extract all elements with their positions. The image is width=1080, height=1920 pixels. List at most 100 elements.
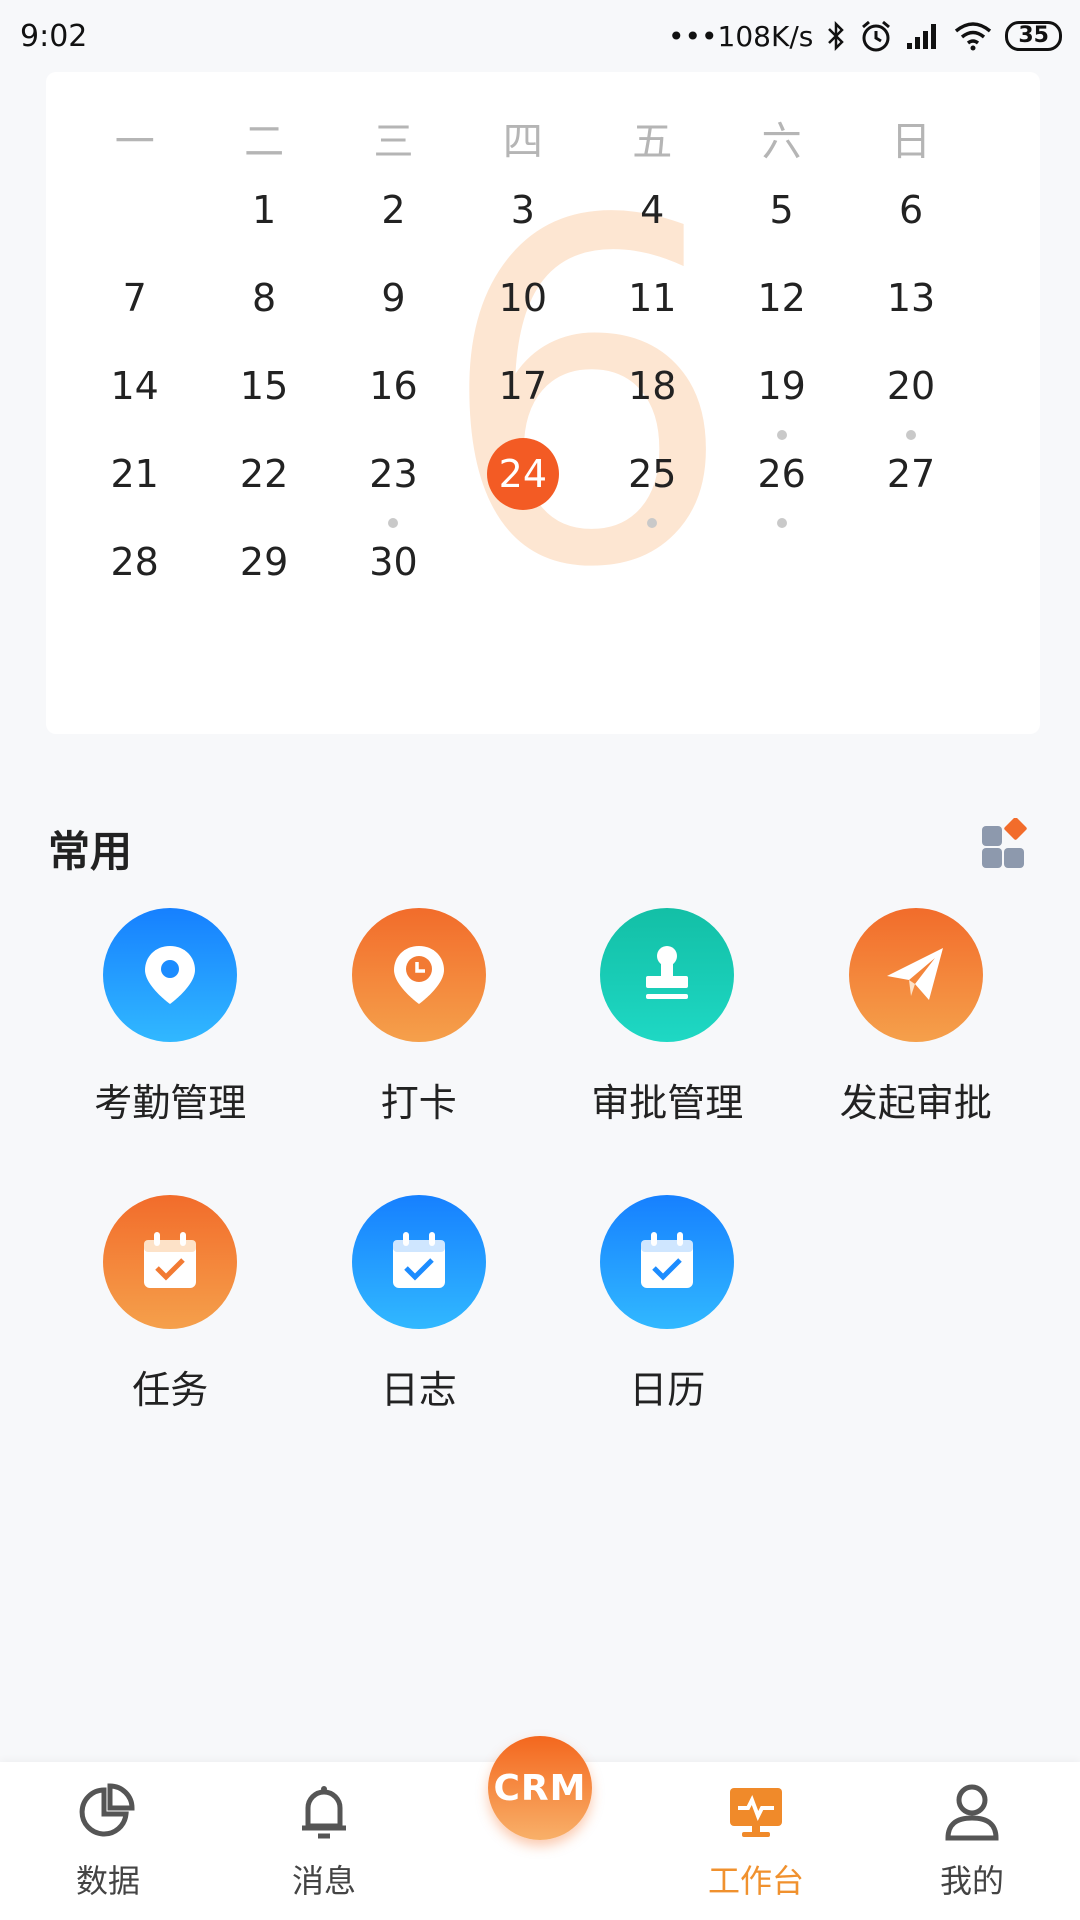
section-title-common: 常用 — [48, 827, 133, 876]
calendar-day[interactable]: 8 — [199, 262, 328, 334]
calendar-day[interactable]: 15 — [199, 350, 328, 422]
calendar-day[interactable]: 26 — [717, 438, 846, 528]
calendar-day-number: 19 — [757, 364, 806, 408]
calendar-day[interactable]: 29 — [199, 526, 328, 598]
calendar-day[interactable]: 5 — [717, 174, 846, 246]
calendar-day-number: 1 — [251, 188, 277, 232]
calendar-day-number: 21 — [110, 452, 159, 496]
calendar-day-number: 26 — [757, 452, 806, 496]
app-label: 打卡 — [380, 1081, 457, 1125]
calendar-day-number: 20 — [886, 364, 936, 408]
app-shortcut[interactable]: 打卡 — [295, 908, 544, 1127]
nav-item-workbench[interactable]: 工作台 — [648, 1762, 864, 1920]
calendar-day-number: 11 — [628, 276, 677, 320]
calendar-day-number: 14 — [110, 364, 159, 408]
calendar-week-row: 21 22 23 24 25 26 27 — [70, 438, 976, 528]
calendar-day-number: 12 — [757, 276, 806, 320]
network-speed: •••108K/s — [668, 19, 814, 53]
calendar-day-number: 13 — [886, 276, 936, 320]
app-shortcut[interactable]: 审批管理 — [543, 908, 792, 1127]
nav-item-mine[interactable]: 我的 — [864, 1762, 1080, 1920]
calendar-day[interactable]: 22 — [199, 438, 328, 510]
calendar-day-number: 7 — [122, 276, 147, 320]
calendar-day-number: 18 — [628, 364, 677, 408]
signal-icon — [907, 24, 937, 49]
status-time: 9:02 — [20, 18, 88, 54]
calendar-day-number: 27 — [886, 452, 936, 496]
app-label: 发起审批 — [839, 1081, 992, 1125]
calendar-day-number: 16 — [369, 364, 418, 408]
calendar-day[interactable]: 11 — [588, 262, 717, 334]
calendar-day-number: 30 — [369, 540, 418, 584]
bluetooth-icon — [828, 20, 845, 52]
calendar-day[interactable]: 3 — [458, 174, 587, 246]
app-shortcut[interactable]: 日历 — [543, 1195, 792, 1414]
calendar-day[interactable]: 10 — [458, 262, 587, 334]
app-label: 日志 — [380, 1368, 457, 1412]
weekday-label: 五 — [632, 119, 673, 165]
monitor-icon — [730, 1788, 782, 1837]
paper-plane-icon — [848, 908, 983, 1042]
app-shortcut[interactable]: 发起审批 — [792, 908, 1041, 1127]
calendar-day[interactable]: 17 — [458, 350, 587, 422]
calendar-day-number: 23 — [369, 452, 418, 496]
calendar-empty-cell — [588, 526, 717, 598]
calendar-day[interactable]: 14 — [70, 350, 199, 422]
calendar-day[interactable]: 13 — [846, 262, 975, 334]
calendar-day-number: 9 — [381, 276, 406, 320]
weekday-label: 六 — [761, 119, 802, 165]
calendar-day-number: 22 — [239, 452, 289, 496]
calendar-day[interactable]: 1 — [199, 174, 328, 246]
weekday-header: 一二三四五六日 — [70, 112, 976, 172]
calendar-day[interactable]: 20 — [846, 350, 975, 440]
calendar-day[interactable]: 12 — [717, 262, 846, 334]
app-label: 日历 — [629, 1368, 706, 1412]
calendar-empty-cell — [70, 174, 199, 246]
calendar-check-icon — [600, 1195, 735, 1329]
battery-indicator: 35 — [1005, 21, 1062, 51]
user-icon — [945, 1784, 999, 1841]
crm-button[interactable]: CRM — [488, 1736, 592, 1840]
calendar-day-number: 28 — [110, 540, 159, 584]
calendar-day-number: 5 — [769, 188, 794, 232]
nav-label: 消息 — [291, 1862, 356, 1900]
calendar-day[interactable]: 18 — [588, 350, 717, 422]
app-grid-icon[interactable] — [980, 818, 1032, 870]
calendar-day-number: 10 — [498, 276, 548, 320]
calendar-day[interactable]: 23 — [329, 438, 458, 528]
calendar-day[interactable]: 27 — [846, 438, 975, 510]
pie-chart-icon — [79, 1783, 135, 1837]
weekday-label: 三 — [373, 119, 414, 165]
app-shortcut[interactable]: 考勤管理 — [46, 908, 295, 1127]
calendar-day[interactable]: 25 — [588, 438, 717, 528]
calendar-day-number: 4 — [640, 188, 665, 232]
calendar-week-row: 7 8 9 10 11 12 13 — [70, 262, 976, 334]
calendar-day[interactable]: 21 — [70, 438, 199, 510]
calendar-day[interactable]: 28 — [70, 526, 199, 598]
clock-pin-icon — [351, 908, 486, 1042]
calendar-day[interactable]: 16 — [329, 350, 458, 422]
calendar-day[interactable]: 9 — [329, 262, 458, 334]
nav-label: 工作台 — [707, 1862, 804, 1900]
app-label: 任务 — [132, 1368, 209, 1412]
calendar-day[interactable]: 6 — [846, 174, 975, 246]
calendar-day[interactable]: 24 — [458, 438, 587, 510]
calendar-day[interactable]: 2 — [329, 174, 458, 246]
calendar-today: 24 — [486, 438, 559, 510]
calendar-day-number: 2 — [381, 188, 406, 232]
log-calendar-icon — [351, 1195, 486, 1329]
app-shortcut[interactable]: 任务 — [46, 1195, 295, 1414]
app-label: 考勤管理 — [94, 1081, 247, 1125]
calendar-day[interactable]: 19 — [717, 350, 846, 440]
weekday-label: 一 — [114, 119, 155, 165]
app-shortcut[interactable]: 日志 — [295, 1195, 544, 1414]
calendar-day[interactable]: 7 — [70, 262, 199, 334]
calendar-day[interactable]: 4 — [588, 174, 717, 246]
location-pin-icon — [103, 908, 238, 1042]
status-bar: 9:02 •••108K/s 35 — [0, 0, 1080, 72]
calendar-day[interactable]: 30 — [329, 526, 458, 598]
calendar-day-number: 29 — [239, 540, 289, 584]
calendar-day-number: 25 — [628, 452, 677, 496]
nav-item-messages[interactable]: 消息 — [216, 1762, 432, 1920]
nav-item-data[interactable]: 数据 — [0, 1762, 216, 1920]
